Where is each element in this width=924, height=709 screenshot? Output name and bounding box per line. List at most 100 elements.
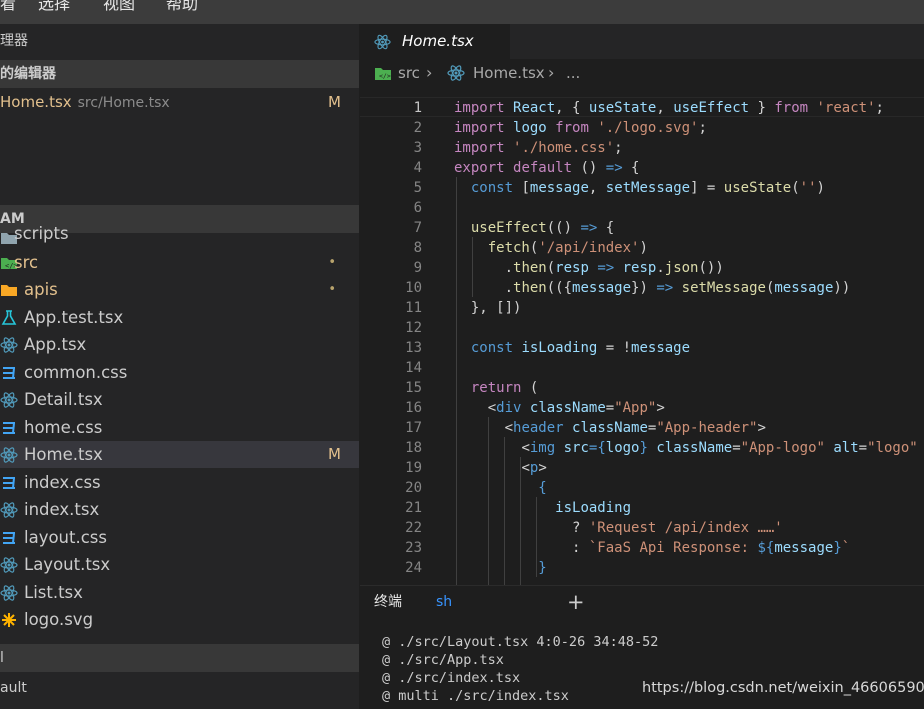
open-editors-header[interactable]: 的编辑器 <box>0 60 359 88</box>
code-token: from <box>774 100 809 116</box>
react-icon <box>0 502 18 518</box>
code-token: json <box>664 260 699 276</box>
modified-badge: M <box>328 445 341 463</box>
code-line: <p> <box>360 458 924 478</box>
code-line: }, []) <box>360 298 924 318</box>
tab-terminal[interactable]: 终端 <box>374 586 402 618</box>
css-icon <box>3 477 15 489</box>
code-token: img <box>529 440 556 456</box>
open-editor-item[interactable]: Home.tsx src/Home.tsx M <box>0 90 359 114</box>
react-icon <box>0 447 18 463</box>
react-icon <box>0 392 18 408</box>
code-token: export <box>454 160 505 176</box>
tree-item-scripts[interactable]: scripts <box>0 224 359 251</box>
menu-bar: 看 选择 视图 帮助 <box>0 0 924 24</box>
line-number: 6 <box>413 200 422 216</box>
code-token: , <box>656 100 674 116</box>
code-token: } <box>749 100 775 116</box>
code-token: , <box>588 180 606 196</box>
code-token: './logo.svg' <box>597 120 699 136</box>
tree-item-label: logo.svg <box>24 610 94 629</box>
code-line: { <box>360 478 924 498</box>
code-token: src <box>563 440 589 456</box>
code-line: const [message, setMessage] = useState('… <box>360 178 924 198</box>
line-number: 12 <box>405 320 422 336</box>
code-token: => <box>588 260 623 276</box>
code-line: export default () => { <box>360 158 924 178</box>
code-token: : <box>572 540 589 556</box>
tab-label: Home.tsx <box>402 32 474 50</box>
bottom-item[interactable]: ault <box>0 674 359 702</box>
code-editor[interactable]: 1 2 3 4 5 6 7 8 9 10 11 12 13 14 15 16 17 18 19 20 21 22 23 24 … <box>360 97 924 585</box>
explorer-title: 理器 <box>0 33 28 49</box>
tree-item-list[interactable]: List.tsx <box>0 579 359 606</box>
add-terminal-button[interactable]: + <box>567 586 585 618</box>
code-token: "logo" <box>867 440 918 456</box>
tab-home-tsx[interactable]: Home.tsx <box>360 24 510 59</box>
code-token: => <box>656 280 674 296</box>
code-token: const <box>470 180 514 196</box>
code-line: import logo from './logo.svg'; <box>360 118 924 138</box>
code-token: then <box>513 260 547 276</box>
tree-item-app[interactable]: App.tsx <box>0 331 359 358</box>
code-token: < <box>521 440 530 456</box>
tree-item-src[interactable]: </> src • <box>0 249 359 276</box>
react-icon <box>0 337 18 353</box>
code-token: return <box>470 380 522 396</box>
tree-item-layout-css[interactable]: layout.css <box>0 524 359 551</box>
code-token: logo <box>513 120 547 136</box>
open-editor-name: Home.tsx <box>0 93 72 111</box>
menu-view[interactable]: 视图 <box>103 0 135 20</box>
code-token: useEffect <box>470 220 547 236</box>
code-token: . <box>656 260 665 276</box>
breadcrumb-more[interactable]: ... <box>566 59 580 87</box>
code-line: isLoading <box>360 498 924 518</box>
tree-item-logo-svg[interactable]: logo.svg <box>0 606 359 633</box>
code-token: message <box>572 280 632 296</box>
tree-item-detail[interactable]: Detail.tsx <box>0 386 359 413</box>
tree-item-home[interactable]: Home.tsx M <box>0 441 359 468</box>
menu-help[interactable]: 帮助 <box>166 0 198 20</box>
css-icon <box>3 367 15 379</box>
editor-tab-bar: Home.tsx <box>360 24 924 59</box>
tree-item-index-tsx[interactable]: index.tsx <box>0 496 359 523</box>
shell-select[interactable]: sh <box>436 586 452 618</box>
breadcrumb: </> src › Home.tsx › ... <box>360 59 924 87</box>
breadcrumb-file[interactable]: Home.tsx <box>473 59 545 87</box>
menu-view-partial[interactable]: 看 <box>0 0 16 20</box>
code-token: ) <box>639 240 648 256</box>
tree-item-label: scripts <box>14 224 69 243</box>
tree-item-common-css[interactable]: common.css <box>0 359 359 386</box>
code-token: message <box>774 540 834 556</box>
code-token: ` <box>841 540 851 556</box>
code-token: }, []) <box>470 300 522 316</box>
menu-selection[interactable]: 选择 <box>38 0 70 20</box>
terminal-line: @ multi ./src/index.tsx <box>382 688 569 704</box>
tree-item-layout-tsx[interactable]: Layout.tsx <box>0 551 359 578</box>
code-token: resp <box>622 260 657 276</box>
tree-item-app-test[interactable]: App.test.tsx <box>0 304 359 331</box>
code-token: / <box>918 440 924 456</box>
code-line: useEffect(() => { <box>360 218 924 238</box>
code-token: 'Request /api/index ……' <box>588 520 783 536</box>
tree-item-apis[interactable]: apis • <box>0 276 359 303</box>
code-line: : `FaaS Api Response: ${message}` <box>360 538 924 558</box>
code-token: . <box>504 260 514 276</box>
line-number: 14 <box>405 360 422 376</box>
code-token: className <box>529 400 606 416</box>
outline-section-header[interactable]: l <box>0 644 359 672</box>
react-icon <box>447 65 465 81</box>
chevron-right-icon: › <box>426 63 433 82</box>
code-token: './home.css' <box>513 140 615 156</box>
breadcrumb-folder[interactable]: src <box>398 59 420 87</box>
code-token: } <box>639 440 657 456</box>
code-token: ${ <box>757 540 775 556</box>
tree-item-home-css[interactable]: home.css <box>0 414 359 441</box>
tree-item-index-css[interactable]: index.css <box>0 469 359 496</box>
code-token: isLoading <box>555 500 632 516</box>
code-token: setMessage <box>605 180 691 196</box>
